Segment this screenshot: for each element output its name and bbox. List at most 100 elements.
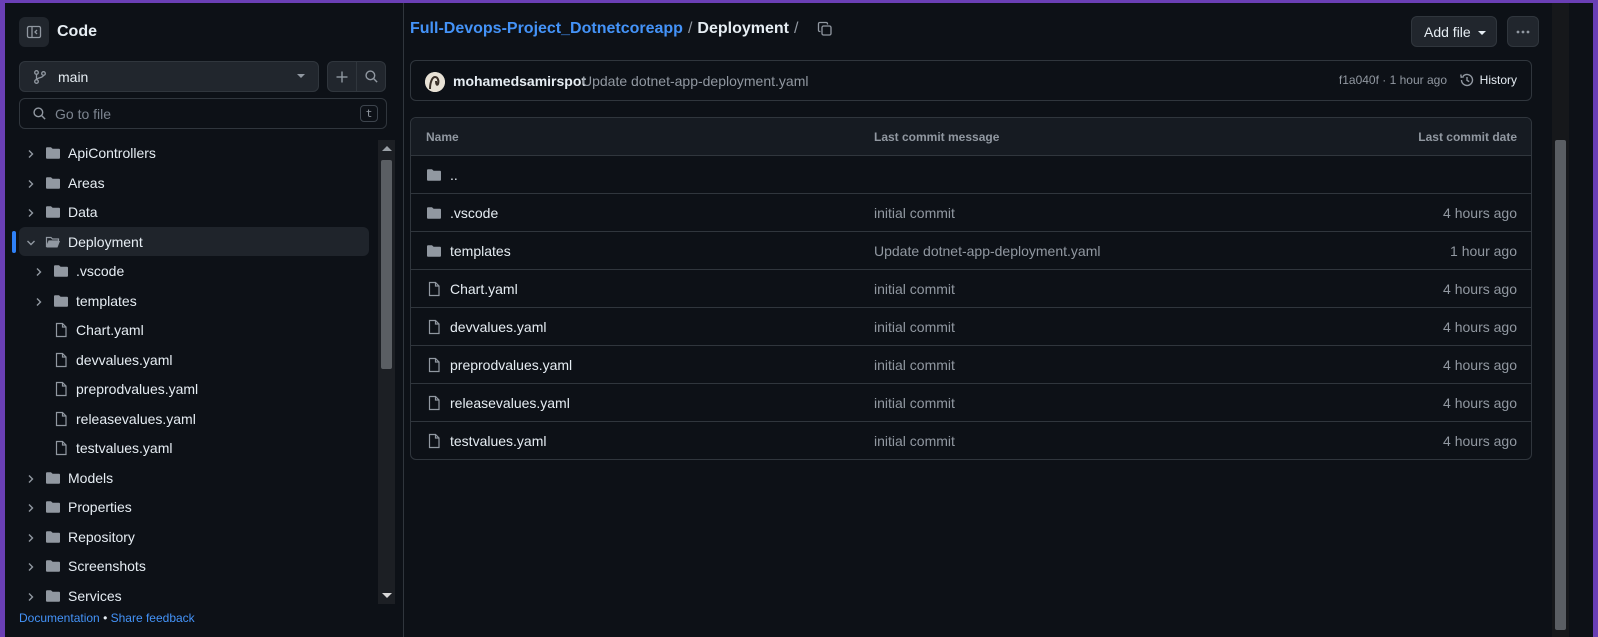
scrollbar-thumb[interactable] bbox=[381, 160, 392, 369]
tree-file-item[interactable]: testvalues.yaml bbox=[5, 433, 377, 463]
add-file-label: Add file bbox=[1424, 23, 1471, 40]
tree-folder-item[interactable]: Repository bbox=[5, 522, 377, 552]
tree-item-label: Models bbox=[68, 469, 114, 486]
directory-table: Name Last commit message Last commit dat… bbox=[410, 117, 1532, 460]
table-row[interactable]: templates Update dotnet-app-deployment.ya… bbox=[411, 232, 1531, 270]
tree-file-item[interactable]: releasevalues.yaml bbox=[5, 404, 377, 434]
chevron-down-icon[interactable] bbox=[25, 237, 37, 249]
file-icon bbox=[428, 395, 440, 411]
tree-file-item[interactable]: Chart.yaml bbox=[5, 315, 377, 345]
main-content: Full-Devops-Project_Dotnetcoreapp / Depl… bbox=[404, 3, 1552, 637]
go-to-file-input[interactable] bbox=[55, 105, 355, 122]
scroll-down-arrow-icon[interactable] bbox=[382, 593, 392, 598]
tree-folder-item[interactable]: Areas bbox=[5, 168, 377, 198]
chevron-right-icon[interactable] bbox=[33, 296, 45, 308]
tree-folder-item[interactable]: Models bbox=[5, 463, 377, 493]
tree-item-label: Areas bbox=[68, 174, 105, 191]
row-commit-message[interactable]: Update dotnet-app-deployment.yaml bbox=[874, 243, 1100, 259]
row-name-link[interactable]: Chart.yaml bbox=[450, 281, 518, 297]
tree-file-item[interactable]: preprodvalues.yaml bbox=[5, 374, 377, 404]
tree-folder-item[interactable]: Data bbox=[5, 197, 377, 227]
tree-item-label: Data bbox=[68, 204, 98, 220]
tree-folder-item[interactable]: Properties bbox=[5, 492, 377, 522]
commit-message-link[interactable]: Update dotnet-app-deployment.yaml bbox=[582, 73, 808, 89]
parent-directory-row[interactable]: .. bbox=[411, 156, 1531, 194]
chevron-right-icon[interactable] bbox=[25, 473, 37, 485]
more-options-button[interactable] bbox=[1507, 16, 1539, 47]
tree-folder-item[interactable]: templates bbox=[5, 286, 377, 316]
folder-icon bbox=[427, 169, 441, 181]
add-file-button[interactable] bbox=[327, 61, 357, 92]
tree-item-label: .vscode bbox=[76, 263, 125, 279]
folder-icon bbox=[54, 265, 68, 277]
table-row[interactable]: testvalues.yaml initial commit 4 hours ago bbox=[411, 422, 1531, 459]
row-commit-date: 1 hour ago bbox=[1450, 243, 1517, 259]
share-feedback-link[interactable]: Share feedback bbox=[111, 611, 195, 625]
chevron-right-icon[interactable] bbox=[33, 266, 45, 278]
avatar[interactable] bbox=[425, 72, 445, 92]
row-name-link[interactable]: releasevalues.yaml bbox=[450, 395, 570, 411]
file-icon bbox=[428, 357, 440, 373]
keyboard-shortcut-hint: t bbox=[360, 105, 378, 122]
chevron-right-icon[interactable] bbox=[25, 207, 37, 219]
row-name-link[interactable]: testvalues.yaml bbox=[450, 433, 546, 449]
file-tree: ApiControllers Areas Data Deployment .vscode… bbox=[5, 138, 377, 603]
tree-file-item[interactable]: devvalues.yaml bbox=[5, 345, 377, 375]
table-row[interactable]: releasevalues.yaml initial commit 4 hours … bbox=[411, 384, 1531, 422]
row-commit-message[interactable]: initial commit bbox=[874, 357, 955, 373]
go-to-file-field[interactable]: t bbox=[19, 98, 387, 129]
copy-path-button[interactable] bbox=[817, 21, 833, 37]
row-commit-message[interactable]: initial commit bbox=[874, 205, 955, 221]
search-code-button[interactable] bbox=[356, 61, 386, 92]
table-row[interactable]: preprodvalues.yaml initial commit 4 hours … bbox=[411, 346, 1531, 384]
file-tree-sidebar: Code main Go to file t ApiControllers Ar… bbox=[5, 3, 404, 637]
file-icon bbox=[428, 281, 440, 297]
folder-icon bbox=[46, 147, 60, 159]
table-row[interactable]: devvalues.yaml initial commit 4 hours ago bbox=[411, 308, 1531, 346]
scroll-up-arrow-icon[interactable] bbox=[382, 146, 392, 151]
row-commit-message[interactable]: initial commit bbox=[874, 319, 955, 335]
tree-folder-item[interactable]: ApiControllers bbox=[5, 138, 377, 168]
branch-selector[interactable]: main bbox=[19, 61, 319, 92]
tree-folder-item[interactable]: Deployment bbox=[12, 226, 369, 256]
row-name-link[interactable]: .vscode bbox=[450, 205, 498, 221]
commit-author-link[interactable]: mohamedsamirspot bbox=[453, 73, 586, 89]
add-file-dropdown[interactable]: Add file bbox=[1411, 16, 1497, 47]
folder-icon bbox=[46, 501, 60, 513]
collapse-sidebar-button[interactable] bbox=[19, 17, 49, 47]
row-commit-message[interactable]: initial commit bbox=[874, 395, 955, 411]
folder-icon bbox=[46, 560, 60, 572]
documentation-link[interactable]: Documentation bbox=[19, 611, 100, 625]
row-commit-message[interactable]: initial commit bbox=[874, 433, 955, 449]
table-row[interactable]: Chart.yaml initial commit 4 hours ago bbox=[411, 270, 1531, 308]
chevron-right-icon[interactable] bbox=[25, 178, 37, 190]
chevron-right-icon[interactable] bbox=[25, 591, 37, 603]
latest-commit-bar: mohamedsamirspot Update dotnet-app-deplo… bbox=[410, 60, 1532, 101]
row-name-link[interactable]: preprodvalues.yaml bbox=[450, 357, 572, 373]
breadcrumb-repo-link[interactable]: Full-Devops-Project_Dotnetcoreapp bbox=[410, 20, 683, 38]
row-commit-message[interactable]: initial commit bbox=[874, 281, 955, 297]
file-icon bbox=[428, 319, 440, 335]
search-icon bbox=[33, 107, 46, 120]
avatar-image-icon bbox=[425, 72, 445, 92]
tree-folder-item[interactable]: .vscode bbox=[5, 256, 377, 286]
sidebar-scrollbar[interactable] bbox=[378, 140, 395, 604]
row-name-link[interactable]: devvalues.yaml bbox=[450, 319, 547, 335]
active-indicator bbox=[12, 230, 16, 253]
history-button[interactable]: History bbox=[1459, 72, 1517, 88]
chevron-right-icon[interactable] bbox=[25, 502, 37, 514]
commit-hash-time[interactable]: f1a040f · 1 hour ago bbox=[1339, 73, 1447, 87]
tree-folder-item[interactable]: Services bbox=[5, 581, 377, 603]
row-name-link[interactable]: templates bbox=[450, 243, 511, 259]
chevron-right-icon[interactable] bbox=[25, 561, 37, 573]
table-row[interactable]: .vscode initial commit 4 hours ago bbox=[411, 194, 1531, 232]
tree-folder-item[interactable]: Screenshots bbox=[5, 551, 377, 581]
chevron-right-icon[interactable] bbox=[25, 148, 37, 160]
page-scrollbar-thumb[interactable] bbox=[1555, 140, 1566, 630]
breadcrumb: Full-Devops-Project_Dotnetcoreapp / Depl… bbox=[410, 20, 833, 38]
chevron-right-icon[interactable] bbox=[25, 532, 37, 544]
row-name-link[interactable]: .. bbox=[450, 167, 458, 183]
page-scrollbar[interactable] bbox=[1552, 3, 1569, 637]
file-icon bbox=[55, 411, 67, 426]
folder-icon bbox=[46, 471, 60, 484]
